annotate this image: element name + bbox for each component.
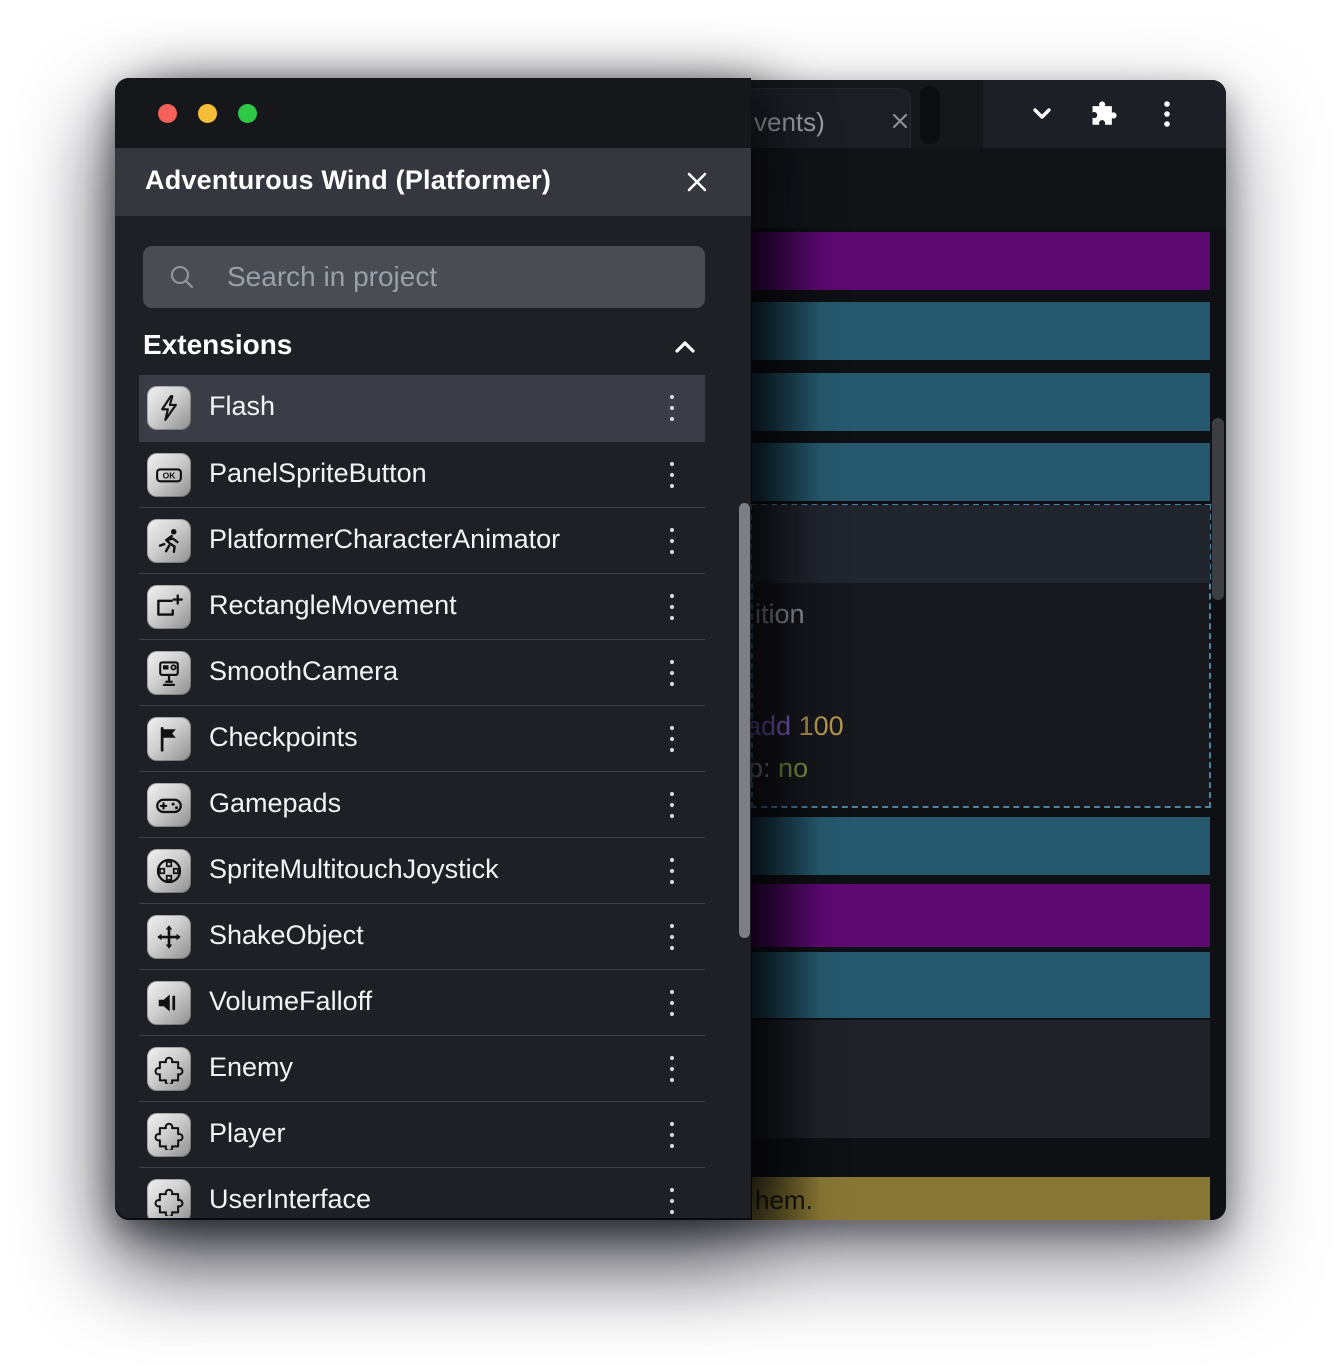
extension-label: UserInterface [209, 1184, 372, 1214]
traffic-light-minimize[interactable] [198, 104, 217, 123]
drawer-scrollbar-thumb[interactable] [739, 503, 750, 938]
kebab-menu-icon[interactable] [658, 392, 686, 424]
ok-button-icon: OK [147, 453, 191, 497]
drawer-titlebar [115, 78, 751, 148]
extension-label: PanelSpriteButton [209, 458, 427, 488]
kebab-menu-icon[interactable] [658, 591, 686, 623]
kebab-menu-icon[interactable] [658, 459, 686, 491]
comment-text-fragment: hem. [755, 1185, 813, 1215]
search-box [143, 246, 705, 308]
event-action-fragment: add 100 [746, 711, 844, 741]
kebab-menu-icon[interactable] [658, 525, 686, 557]
search-input[interactable] [227, 246, 687, 308]
rectangle-plus-icon [147, 585, 191, 629]
tab-close-icon[interactable] [888, 109, 912, 133]
extensions-section[interactable]: Extensions [143, 323, 705, 369]
kebab-menu-icon[interactable] [658, 987, 686, 1019]
extension-row-platformercharacteranimator[interactable]: PlatformerCharacterAnimator [139, 507, 705, 573]
joystick-icon [147, 849, 191, 893]
extension-row-userinterface[interactable]: UserInterface [139, 1167, 705, 1218]
extension-label: VolumeFalloff [209, 986, 373, 1016]
extension-row-enemy[interactable]: Enemy [139, 1035, 705, 1101]
traffic-light-close[interactable] [158, 104, 177, 123]
extension-label: RectangleMovement [209, 590, 457, 620]
extension-row-flash[interactable]: Flash [139, 375, 705, 441]
titlebar-right-controls [983, 80, 1226, 148]
event-row[interactable] [752, 884, 1210, 947]
traffic-light-maximize[interactable] [238, 104, 257, 123]
events-tab-label: vents) [754, 107, 825, 137]
project-manager-drawer: Adventurous Wind (Platformer) Extensions [115, 78, 751, 1218]
extension-label: PlatformerCharacterAnimator [209, 524, 561, 554]
event-row[interactable] [752, 443, 1210, 501]
event-row[interactable] [752, 817, 1210, 875]
gamepad-icon [147, 783, 191, 827]
kebab-menu-icon[interactable] [658, 855, 686, 887]
kebab-menu-icon[interactable] [1147, 94, 1187, 134]
kebab-menu-icon[interactable] [658, 1185, 686, 1217]
search-icon [170, 265, 194, 289]
flag-icon [147, 717, 191, 761]
extension-label: Player [209, 1118, 286, 1148]
flash-icon [147, 386, 191, 430]
close-icon[interactable] [683, 168, 711, 196]
puzzle-icon [147, 1113, 191, 1157]
extension-row-smoothcamera[interactable]: SmoothCamera [139, 639, 705, 705]
screenshot-stage: vents) ition add 100 p: no hem. Adventur… [0, 0, 1340, 1366]
section-title: Extensions [143, 329, 293, 360]
extensions-puzzle-icon[interactable] [1084, 94, 1124, 134]
speaker-icon [147, 981, 191, 1025]
kebab-menu-icon[interactable] [658, 657, 686, 689]
event-row[interactable] [752, 373, 1210, 431]
extension-label: SpriteMultitouchJoystick [209, 854, 499, 884]
kebab-menu-icon[interactable] [658, 921, 686, 953]
event-row[interactable] [752, 302, 1210, 360]
camera-icon [147, 651, 191, 695]
event-text-fragment: ition [755, 599, 805, 629]
kebab-menu-icon[interactable] [658, 723, 686, 755]
extension-row-rectanglemovement[interactable]: RectangleMovement [139, 573, 705, 639]
svg-text:OK: OK [163, 471, 177, 481]
chevron-up-icon[interactable] [671, 333, 699, 361]
extension-row-player[interactable]: Player [139, 1101, 705, 1167]
extension-row-spritemultitouchjoystick[interactable]: SpriteMultitouchJoystick [139, 837, 705, 903]
event-param-fragment: p: no [748, 753, 809, 783]
chevron-down-icon[interactable] [1022, 94, 1062, 134]
extension-row-checkpoints[interactable]: Checkpoints [139, 705, 705, 771]
selected-event[interactable]: ition add 100 p: no [746, 504, 1211, 808]
project-title: Adventurous Wind (Platformer) [145, 165, 552, 195]
selected-event-conditions [752, 505, 1210, 583]
extension-row-shakeobject[interactable]: ShakeObject [139, 903, 705, 969]
event-row-comment[interactable]: hem. [752, 1177, 1210, 1220]
extension-label: Enemy [209, 1052, 294, 1082]
tabstrip-end-cap [920, 86, 940, 144]
extension-label: ShakeObject [209, 920, 364, 950]
kebab-menu-icon[interactable] [658, 789, 686, 821]
kebab-menu-icon[interactable] [658, 1053, 686, 1085]
extension-row-volumefalloff[interactable]: VolumeFalloff [139, 969, 705, 1035]
runner-icon [147, 519, 191, 563]
extension-row-panelspritebutton[interactable]: OK PanelSpriteButton [139, 441, 705, 507]
kebab-menu-icon[interactable] [658, 1119, 686, 1151]
extensions-list: Flash OK PanelSpriteButton PlatformerCha… [139, 375, 705, 1218]
extension-label: Flash [209, 391, 276, 421]
extension-row-gamepads[interactable]: Gamepads [139, 771, 705, 837]
extension-label: Checkpoints [209, 722, 358, 752]
event-row[interactable] [752, 1020, 1210, 1138]
extension-label: SmoothCamera [209, 656, 399, 686]
move-arrows-icon [147, 915, 191, 959]
event-row[interactable] [752, 232, 1210, 290]
event-row[interactable] [752, 952, 1210, 1018]
extension-label: Gamepads [209, 788, 342, 818]
puzzle-icon [147, 1179, 191, 1218]
puzzle-icon [147, 1047, 191, 1091]
events-scrollbar-thumb[interactable] [1212, 418, 1224, 600]
drawer-header: Adventurous Wind (Platformer) [115, 148, 751, 216]
